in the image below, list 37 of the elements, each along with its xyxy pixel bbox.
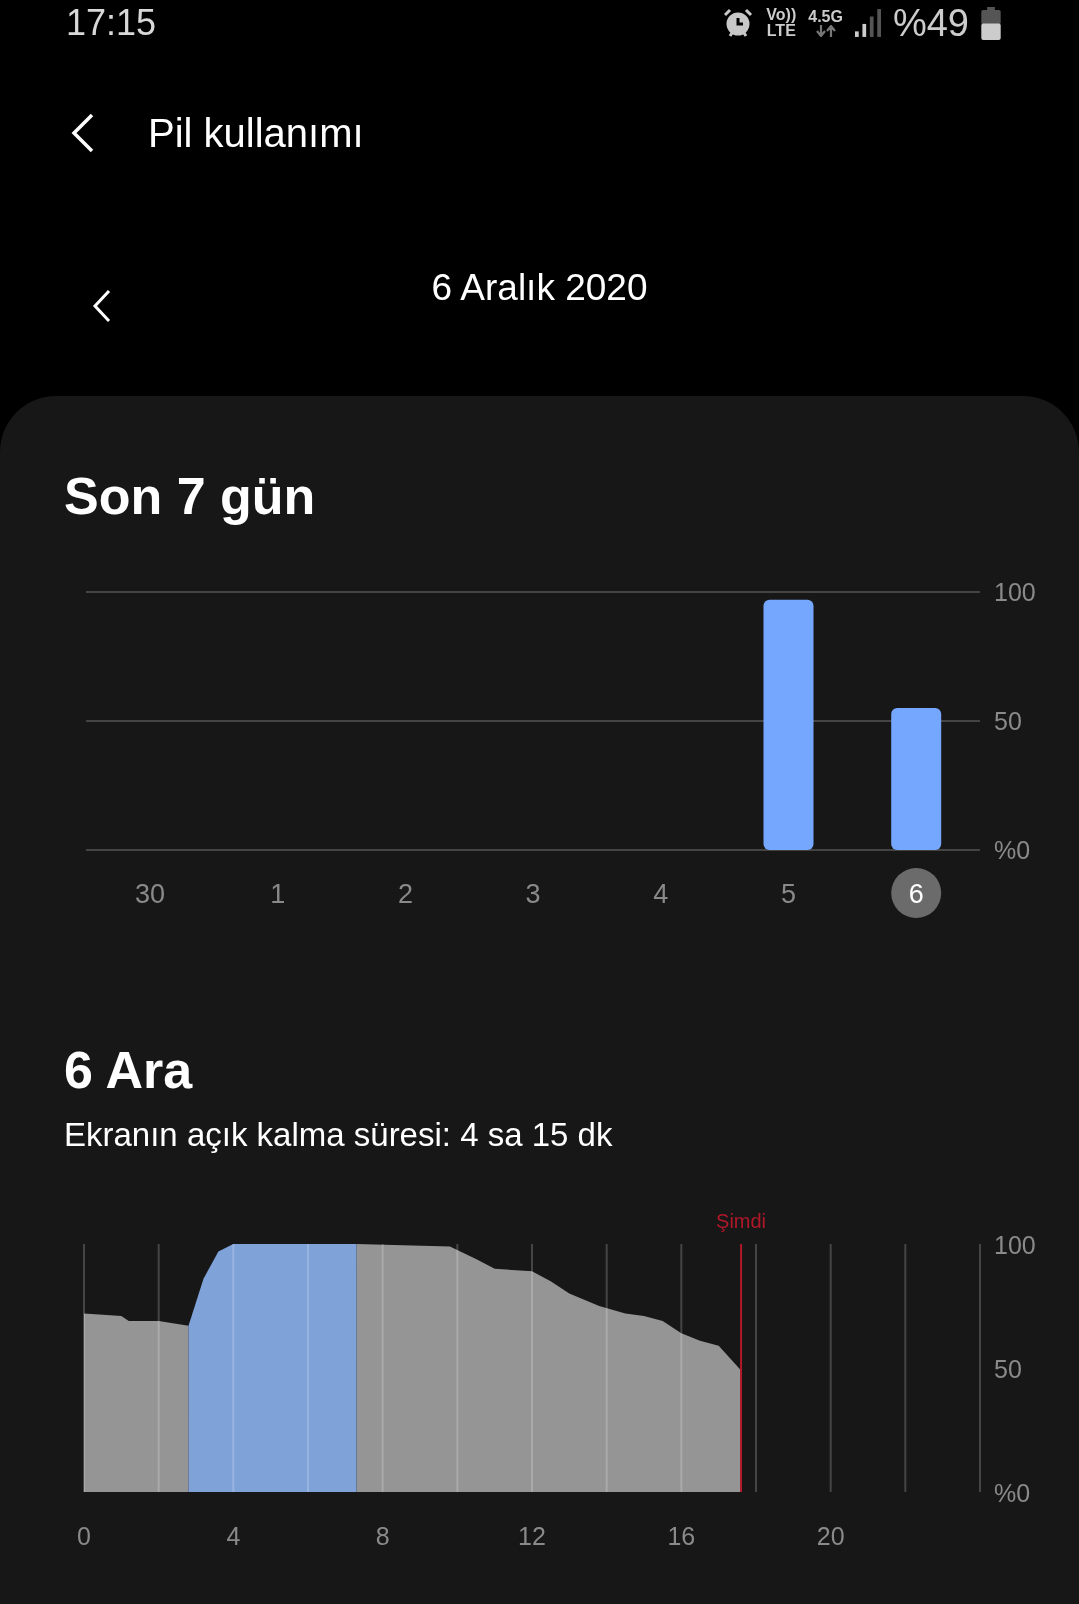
status-time: 17:15 (66, 2, 157, 44)
section-heading: 6 Ara (64, 1040, 194, 1100)
axis-label: %0 (994, 1479, 1031, 1507)
axis-label: 8 (375, 1522, 390, 1550)
day-label[interactable]: 2 (397, 879, 413, 909)
axis-label: %0 (994, 836, 1031, 864)
day-label[interactable]: 4 (653, 879, 669, 909)
axis-label: 100 (994, 578, 1036, 606)
signal-icon (854, 9, 881, 37)
network-label: 4.5G (808, 9, 843, 25)
battery-percent: %49 (892, 1, 969, 45)
day-label[interactable]: 3 (525, 879, 541, 909)
previous-date-icon[interactable] (92, 289, 112, 323)
axis-label: 20 (816, 1522, 845, 1550)
axis-label: 50 (994, 1355, 1022, 1383)
page-title: Pil kullanımı (148, 110, 364, 156)
volte-label: Vo)) (766, 7, 797, 23)
axis-label: 4 (226, 1522, 241, 1550)
day-label[interactable]: 30 (135, 879, 165, 909)
screen-time-text: Ekranın açık kalma süresi: 4 sa 15 dk (64, 1116, 614, 1154)
battery-icon (981, 6, 1001, 40)
day-label[interactable]: 5 (781, 879, 796, 909)
axis-label: 12 (518, 1522, 546, 1550)
section-heading: Son 7 gün (64, 466, 317, 526)
axis-label: 0 (77, 1522, 91, 1550)
alarm-clock-icon (722, 7, 755, 39)
back-icon[interactable] (70, 113, 96, 153)
lte-label: LTE (766, 23, 796, 39)
day-label[interactable]: 1 (270, 879, 286, 909)
data-arrows-icon (815, 25, 836, 37)
axis-label: 100 (994, 1231, 1036, 1259)
now-label: Şimdi (716, 1210, 767, 1232)
axis-label: 16 (667, 1522, 696, 1550)
date-label: 6 Aralık 2020 (431, 267, 648, 309)
x-tick-label: 6 (908, 879, 924, 909)
selected-day[interactable]: 6 (891, 868, 942, 918)
axis-label: 50 (994, 707, 1022, 735)
